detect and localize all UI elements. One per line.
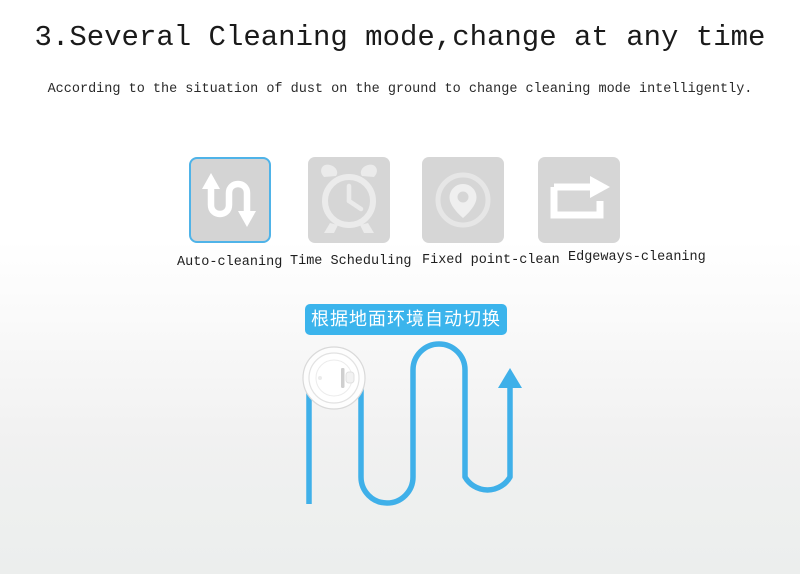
page-subtitle: According to the situation of dust on th… bbox=[47, 82, 753, 97]
mode-tile-edgeways-cleaning[interactable] bbox=[538, 157, 620, 243]
zigzag-down-arrowhead bbox=[238, 211, 256, 227]
robot-sensor bbox=[345, 371, 355, 384]
pin-dot bbox=[457, 191, 469, 203]
page-title: 3.Several Cleaning mode,change at any ti… bbox=[34, 21, 766, 54]
loop-arrow-icon bbox=[550, 176, 610, 219]
loop-arrowhead bbox=[590, 176, 610, 198]
location-pin-circle-icon bbox=[435, 172, 491, 228]
robot-vacuum bbox=[302, 346, 366, 410]
zigzag-arrows-icon bbox=[202, 173, 256, 227]
cleaning-mode-list bbox=[0, 157, 800, 247]
clock-hands bbox=[346, 183, 364, 212]
mode-label-fixed-point-clean: Fixed point-clean bbox=[422, 253, 560, 268]
mode-tile-fixed-point-clean[interactable] bbox=[422, 157, 504, 243]
mode-label-time-scheduling: Time Scheduling bbox=[290, 254, 412, 269]
path-arrowhead bbox=[498, 368, 522, 388]
mode-label-auto-cleaning: Auto-cleaning bbox=[177, 255, 283, 270]
cleaning-path-diagram bbox=[0, 330, 800, 574]
alarm-clock-icon bbox=[321, 164, 377, 233]
robot-indicator bbox=[318, 376, 322, 380]
robot-bumper-bar bbox=[341, 368, 345, 388]
mode-tile-time-scheduling[interactable] bbox=[308, 157, 390, 243]
mode-tile-auto-cleaning[interactable] bbox=[189, 157, 271, 243]
zigzag-up-arrowhead bbox=[202, 173, 220, 189]
page-root: 3.Several Cleaning mode,change at any ti… bbox=[0, 0, 800, 574]
mode-label-edgeways-cleaning: Edgeways-cleaning bbox=[568, 250, 706, 265]
